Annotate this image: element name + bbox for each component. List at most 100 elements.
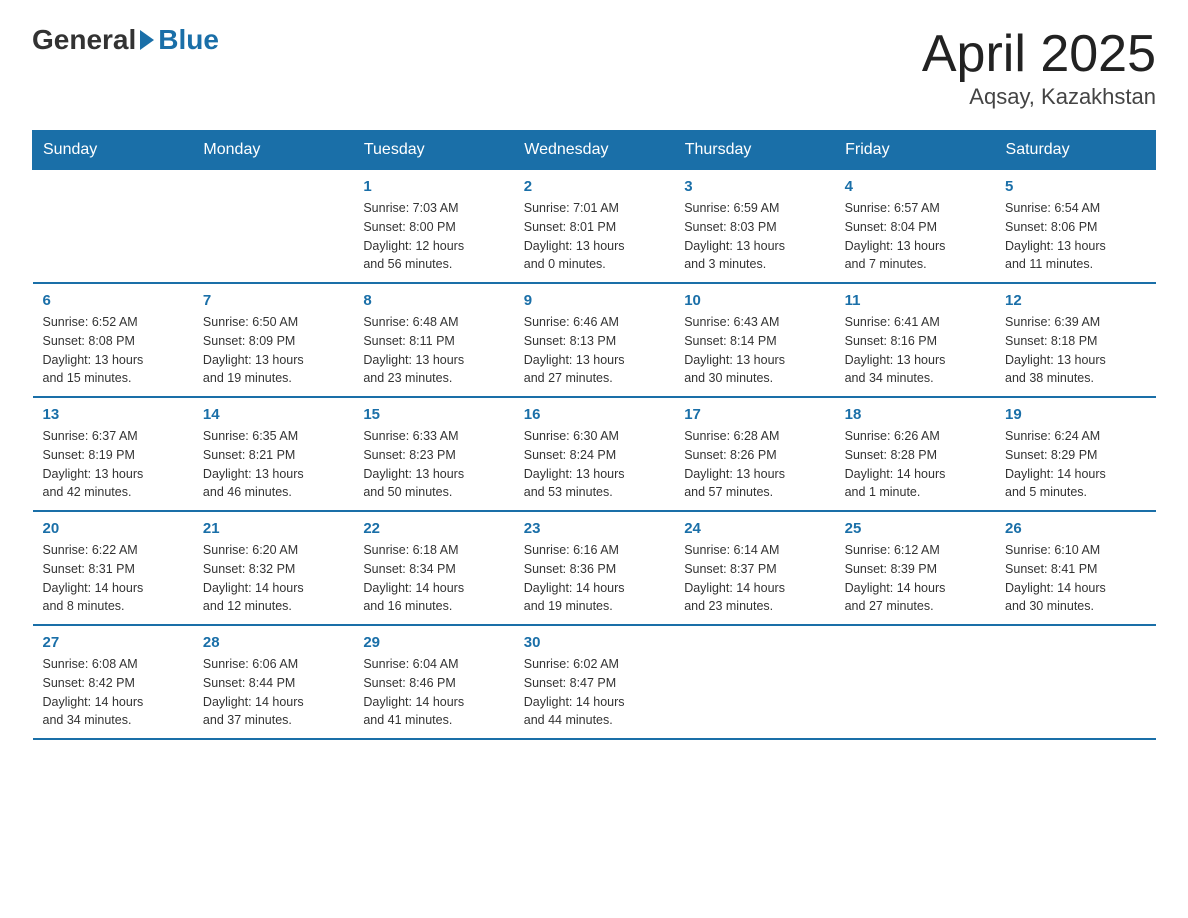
cell-day-number: 20 (43, 520, 183, 537)
cell-day-number: 8 (363, 292, 503, 309)
week-row-1: 6 Sunrise: 6:52 AMSunset: 8:08 PMDaylight… (33, 283, 1156, 397)
calendar-cell: 4 Sunrise: 6:57 AMSunset: 8:04 PMDaylight… (835, 170, 995, 284)
header-day-sunday: Sunday (33, 131, 193, 170)
cell-day-number: 16 (524, 406, 664, 423)
cell-info: Sunrise: 6:41 AMSunset: 8:16 PMDaylight:… (845, 313, 985, 388)
cell-day-number: 6 (43, 292, 183, 309)
cell-info: Sunrise: 6:24 AMSunset: 8:29 PMDaylight:… (1005, 427, 1145, 502)
cell-info: Sunrise: 6:18 AMSunset: 8:34 PMDaylight:… (363, 541, 503, 616)
cell-info: Sunrise: 6:22 AMSunset: 8:31 PMDaylight:… (43, 541, 183, 616)
cell-info: Sunrise: 6:52 AMSunset: 8:08 PMDaylight:… (43, 313, 183, 388)
cell-info: Sunrise: 6:04 AMSunset: 8:46 PMDaylight:… (363, 655, 503, 730)
title-section: April 2025 Aqsay, Kazakhstan (922, 24, 1156, 110)
calendar-cell: 24 Sunrise: 6:14 AMSunset: 8:37 PMDayligh… (674, 511, 834, 625)
calendar-cell: 8 Sunrise: 6:48 AMSunset: 8:11 PMDaylight… (353, 283, 513, 397)
calendar-table: SundayMondayTuesdayWednesdayThursdayFrid… (32, 130, 1156, 740)
calendar-cell (835, 625, 995, 739)
calendar-cell: 16 Sunrise: 6:30 AMSunset: 8:24 PMDayligh… (514, 397, 674, 511)
calendar-cell: 15 Sunrise: 6:33 AMSunset: 8:23 PMDayligh… (353, 397, 513, 511)
cell-day-number: 15 (363, 406, 503, 423)
cell-day-number: 1 (363, 178, 503, 195)
calendar-cell: 13 Sunrise: 6:37 AMSunset: 8:19 PMDayligh… (33, 397, 193, 511)
cell-info: Sunrise: 6:37 AMSunset: 8:19 PMDaylight:… (43, 427, 183, 502)
cell-info: Sunrise: 6:59 AMSunset: 8:03 PMDaylight:… (684, 199, 824, 274)
calendar-cell: 29Sunrise: 6:04 AMSunset: 8:46 PMDayligh… (353, 625, 513, 739)
calendar-body: 1 Sunrise: 7:03 AMSunset: 8:00 PMDaylight… (33, 170, 1156, 740)
calendar-cell: 12Sunrise: 6:39 AMSunset: 8:18 PMDayligh… (995, 283, 1155, 397)
week-row-0: 1 Sunrise: 7:03 AMSunset: 8:00 PMDaylight… (33, 170, 1156, 284)
calendar-cell: 26 Sunrise: 6:10 AMSunset: 8:41 PMDayligh… (995, 511, 1155, 625)
cell-day-number: 7 (203, 292, 343, 309)
page-header: General Blue April 2025 Aqsay, Kazakhsta… (32, 24, 1156, 110)
header-day-monday: Monday (193, 131, 353, 170)
calendar-cell: 6 Sunrise: 6:52 AMSunset: 8:08 PMDaylight… (33, 283, 193, 397)
cell-day-number: 18 (845, 406, 985, 423)
cell-day-number: 11 (845, 292, 985, 309)
cell-info: Sunrise: 6:46 AMSunset: 8:13 PMDaylight:… (524, 313, 664, 388)
cell-info: Sunrise: 6:20 AMSunset: 8:32 PMDaylight:… (203, 541, 343, 616)
cell-day-number: 28 (203, 634, 343, 651)
calendar-cell: 22 Sunrise: 6:18 AMSunset: 8:34 PMDayligh… (353, 511, 513, 625)
calendar-cell: 19 Sunrise: 6:24 AMSunset: 8:29 PMDayligh… (995, 397, 1155, 511)
calendar-cell: 1 Sunrise: 7:03 AMSunset: 8:00 PMDaylight… (353, 170, 513, 284)
cell-info: Sunrise: 6:57 AMSunset: 8:04 PMDaylight:… (845, 199, 985, 274)
cell-info: Sunrise: 6:30 AMSunset: 8:24 PMDaylight:… (524, 427, 664, 502)
calendar-cell: 3 Sunrise: 6:59 AMSunset: 8:03 PMDaylight… (674, 170, 834, 284)
cell-info: Sunrise: 6:54 AMSunset: 8:06 PMDaylight:… (1005, 199, 1145, 274)
calendar-cell: 17 Sunrise: 6:28 AMSunset: 8:26 PMDayligh… (674, 397, 834, 511)
cell-day-number: 10 (684, 292, 824, 309)
cell-day-number: 13 (43, 406, 183, 423)
cell-day-number: 17 (684, 406, 824, 423)
calendar-cell: 21 Sunrise: 6:20 AMSunset: 8:32 PMDayligh… (193, 511, 353, 625)
logo-general: General (32, 24, 136, 56)
calendar-cell: 27 Sunrise: 6:08 AMSunset: 8:42 PMDayligh… (33, 625, 193, 739)
cell-info: Sunrise: 6:08 AMSunset: 8:42 PMDaylight:… (43, 655, 183, 730)
logo-arrow-icon (140, 30, 154, 50)
cell-info: Sunrise: 6:10 AMSunset: 8:41 PMDaylight:… (1005, 541, 1145, 616)
header-day-wednesday: Wednesday (514, 131, 674, 170)
cell-info: Sunrise: 6:12 AMSunset: 8:39 PMDaylight:… (845, 541, 985, 616)
calendar-cell: 5 Sunrise: 6:54 AMSunset: 8:06 PMDaylight… (995, 170, 1155, 284)
cell-day-number: 5 (1005, 178, 1145, 195)
header-row: SundayMondayTuesdayWednesdayThursdayFrid… (33, 131, 1156, 170)
week-row-3: 20 Sunrise: 6:22 AMSunset: 8:31 PMDayligh… (33, 511, 1156, 625)
cell-day-number: 24 (684, 520, 824, 537)
cell-day-number: 26 (1005, 520, 1145, 537)
cell-info: Sunrise: 6:33 AMSunset: 8:23 PMDaylight:… (363, 427, 503, 502)
calendar-cell: 9 Sunrise: 6:46 AMSunset: 8:13 PMDaylight… (514, 283, 674, 397)
cell-day-number: 21 (203, 520, 343, 537)
calendar-header: SundayMondayTuesdayWednesdayThursdayFrid… (33, 131, 1156, 170)
cell-day-number: 25 (845, 520, 985, 537)
calendar-cell: 28 Sunrise: 6:06 AMSunset: 8:44 PMDayligh… (193, 625, 353, 739)
cell-day-number: 27 (43, 634, 183, 651)
logo: General Blue (32, 24, 219, 56)
calendar-cell: 18Sunrise: 6:26 AMSunset: 8:28 PMDayligh… (835, 397, 995, 511)
cell-day-number: 22 (363, 520, 503, 537)
cell-day-number: 19 (1005, 406, 1145, 423)
cell-info: Sunrise: 6:28 AMSunset: 8:26 PMDaylight:… (684, 427, 824, 502)
calendar-cell: 11 Sunrise: 6:41 AMSunset: 8:16 PMDayligh… (835, 283, 995, 397)
location: Aqsay, Kazakhstan (922, 84, 1156, 110)
week-row-2: 13 Sunrise: 6:37 AMSunset: 8:19 PMDayligh… (33, 397, 1156, 511)
cell-day-number: 23 (524, 520, 664, 537)
cell-day-number: 30 (524, 634, 664, 651)
cell-info: Sunrise: 6:06 AMSunset: 8:44 PMDaylight:… (203, 655, 343, 730)
logo-blue: Blue (158, 24, 219, 56)
cell-day-number: 3 (684, 178, 824, 195)
cell-info: Sunrise: 7:03 AMSunset: 8:00 PMDaylight:… (363, 199, 503, 274)
cell-info: Sunrise: 7:01 AMSunset: 8:01 PMDaylight:… (524, 199, 664, 274)
calendar-cell: 30Sunrise: 6:02 AMSunset: 8:47 PMDayligh… (514, 625, 674, 739)
cell-day-number: 4 (845, 178, 985, 195)
calendar-cell: 20 Sunrise: 6:22 AMSunset: 8:31 PMDayligh… (33, 511, 193, 625)
cell-day-number: 9 (524, 292, 664, 309)
cell-info: Sunrise: 6:43 AMSunset: 8:14 PMDaylight:… (684, 313, 824, 388)
cell-day-number: 2 (524, 178, 664, 195)
calendar-cell: 25 Sunrise: 6:12 AMSunset: 8:39 PMDayligh… (835, 511, 995, 625)
cell-info: Sunrise: 6:16 AMSunset: 8:36 PMDaylight:… (524, 541, 664, 616)
calendar-cell (33, 170, 193, 284)
calendar-cell: 10 Sunrise: 6:43 AMSunset: 8:14 PMDayligh… (674, 283, 834, 397)
cell-info: Sunrise: 6:48 AMSunset: 8:11 PMDaylight:… (363, 313, 503, 388)
cell-info: Sunrise: 6:35 AMSunset: 8:21 PMDaylight:… (203, 427, 343, 502)
calendar-cell: 7Sunrise: 6:50 AMSunset: 8:09 PMDaylight… (193, 283, 353, 397)
cell-info: Sunrise: 6:14 AMSunset: 8:37 PMDaylight:… (684, 541, 824, 616)
